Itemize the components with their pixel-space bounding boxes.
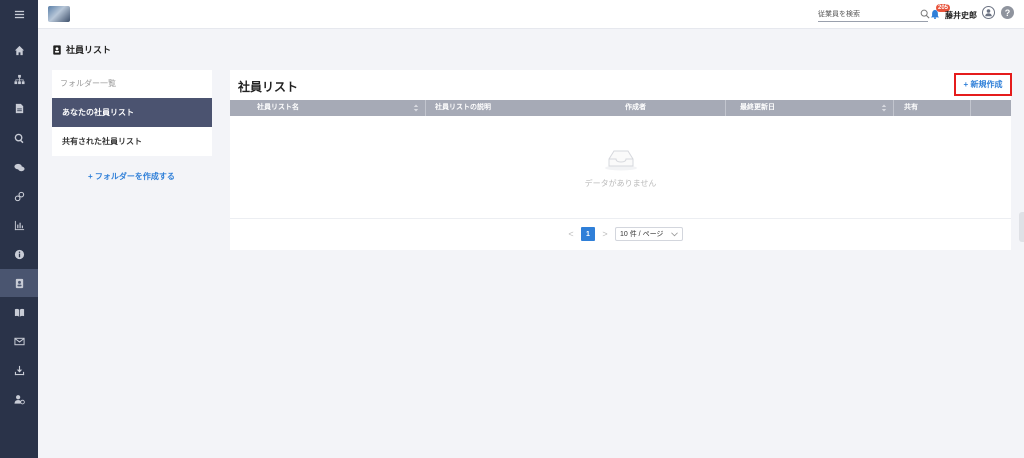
- user-name[interactable]: 藤井史郎: [945, 10, 977, 21]
- help-icon[interactable]: ?: [1001, 6, 1014, 19]
- employee-search-input[interactable]: [818, 8, 916, 21]
- column-divider: [725, 100, 726, 116]
- chart-icon[interactable]: [0, 211, 38, 239]
- chat-icon[interactable]: [0, 153, 38, 181]
- top-header: 205 藤井史郎 ?: [38, 0, 1024, 29]
- folder-item-shared-lists[interactable]: 共有された社員リスト: [52, 127, 212, 156]
- column-header-last-updated[interactable]: 最終更新日: [740, 100, 775, 116]
- empty-inbox-icon: [605, 150, 637, 171]
- prev-page-button[interactable]: <: [567, 229, 575, 239]
- folder-list-heading: フォルダー一覧: [60, 79, 116, 88]
- column-divider: [970, 100, 971, 116]
- folder-panel: フォルダー一覧 あなたの社員リスト 共有された社員リスト: [52, 70, 212, 156]
- menu-icon[interactable]: [0, 0, 38, 28]
- page-number-current[interactable]: 1: [581, 227, 595, 241]
- document-icon[interactable]: [0, 94, 38, 122]
- column-header-list-name[interactable]: 社員リスト名: [257, 100, 299, 116]
- home-icon[interactable]: [0, 36, 38, 64]
- download-icon[interactable]: [0, 356, 38, 384]
- employee-list-panel: 社員リスト + 新規作成 社員リスト名 社員リストの説明 作成者 最終更新日 共…: [230, 70, 1012, 250]
- page-title-text: 社員リスト: [66, 45, 112, 55]
- link-icon[interactable]: [0, 182, 38, 210]
- sort-icon[interactable]: [881, 104, 887, 112]
- table-footer-divider: [230, 218, 1011, 219]
- panel-title: 社員リスト: [238, 80, 299, 94]
- create-folder-link[interactable]: + フォルダーを作成する: [88, 171, 175, 182]
- search-icon[interactable]: [920, 9, 930, 19]
- employee-list-title-icon: [53, 44, 61, 55]
- left-nav-rail: [0, 0, 38, 458]
- search-icon[interactable]: [0, 124, 38, 152]
- sort-icon[interactable]: [413, 104, 419, 112]
- create-new-button[interactable]: + 新規作成: [954, 73, 1012, 96]
- employee-list-icon[interactable]: [0, 269, 38, 297]
- page-size-select[interactable]: 10 件 / ページ: [615, 227, 683, 241]
- employee-search: [818, 8, 930, 22]
- side-drawer-handle[interactable]: [1019, 212, 1024, 242]
- empty-state-message: データがありません: [584, 179, 657, 188]
- company-logo[interactable]: [48, 6, 70, 22]
- folder-item-your-lists[interactable]: あなたの社員リスト: [52, 98, 212, 127]
- book-icon[interactable]: [0, 298, 38, 326]
- table-header: 社員リスト名 社員リストの説明 作成者 最終更新日 共有: [230, 100, 1011, 116]
- next-page-button[interactable]: >: [601, 229, 609, 239]
- column-divider: [425, 100, 426, 116]
- user-avatar-icon[interactable]: [982, 6, 995, 19]
- column-header-description[interactable]: 社員リストの説明: [435, 100, 491, 116]
- pagination: < 1 > 10 件 / ページ: [567, 227, 683, 241]
- mail-icon[interactable]: [0, 327, 38, 355]
- page-title: 社員リスト: [52, 43, 111, 56]
- column-divider: [893, 100, 894, 116]
- chevron-down-icon: [671, 231, 678, 236]
- column-header-shared[interactable]: 共有: [904, 100, 918, 116]
- user-settings-icon[interactable]: [0, 385, 38, 413]
- info-icon[interactable]: [0, 240, 38, 268]
- page-size-value: 10 件 / ページ: [620, 231, 664, 238]
- org-chart-icon[interactable]: [0, 65, 38, 93]
- column-header-creator[interactable]: 作成者: [625, 100, 646, 116]
